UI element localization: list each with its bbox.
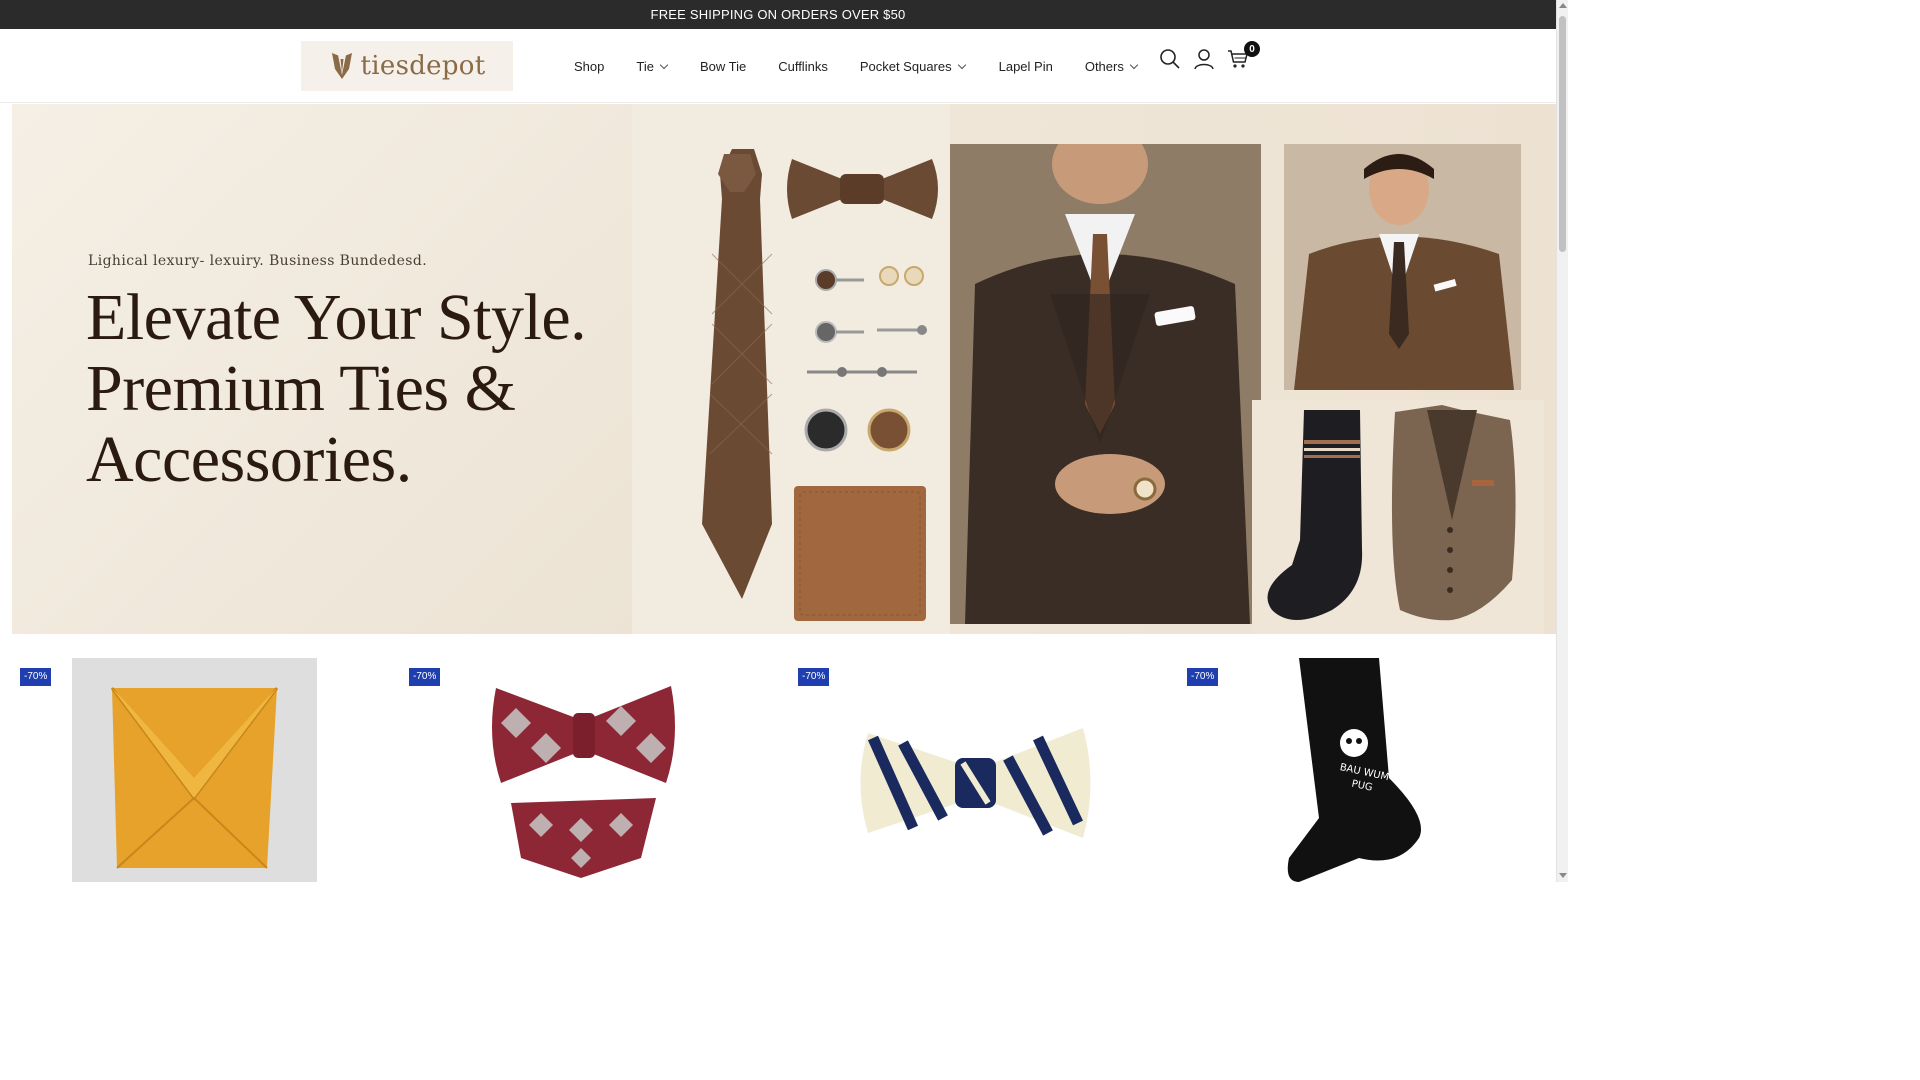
- nav-label: Shop: [574, 58, 605, 74]
- product-card[interactable]: -70%: [790, 658, 1179, 882]
- scroll-down-arrow-icon[interactable]: [1559, 873, 1567, 878]
- account-button[interactable]: [1192, 47, 1216, 71]
- announcement-bar: FREE SHIPPING ON ORDERS OVER $50: [0, 0, 1556, 29]
- model-brown-suit-image: [1284, 144, 1521, 390]
- model-dark-suit-image: [950, 124, 1261, 624]
- nav-item-bow-tie[interactable]: Bow Tie: [700, 59, 746, 74]
- socks-vest-illustration: [1252, 400, 1544, 634]
- hero-banner[interactable]: Lighical lexury- lexuiry. Business Bunde…: [12, 104, 1556, 634]
- socks-and-vest-image: [1252, 400, 1544, 634]
- discount-badge: -70%: [798, 668, 830, 686]
- nav-label: Cufflinks: [778, 58, 828, 74]
- logo-text: tiesdepot: [360, 51, 486, 81]
- nav-item-shop[interactable]: Shop: [574, 59, 604, 74]
- hero-title: Elevate Your Style. Premium Ties & Acces…: [86, 282, 626, 495]
- product-card[interactable]: -70%: [401, 658, 790, 882]
- nav-label: Bow Tie: [699, 58, 747, 74]
- chevron-down-icon: [957, 60, 966, 69]
- discount-badge: -70%: [409, 668, 441, 686]
- nav-label: Tie: [636, 58, 654, 74]
- striped-bowtie-product-image: [860, 728, 1091, 838]
- product-card[interactable]: -70%: [12, 658, 401, 882]
- hero-title-line: Elevate Your Style.: [86, 281, 587, 354]
- nav-label: Lapel Pin: [998, 58, 1053, 74]
- site-header: tiesdepot Shop Tie Bow Tie Cufflinks Poc…: [0, 29, 1556, 103]
- accessories-flatlay-image: [632, 104, 950, 634]
- chevron-down-icon: [1129, 60, 1139, 69]
- header-icons: 0: [1158, 41, 1260, 71]
- flatlay-illustration: [702, 149, 938, 621]
- announcement-text: FREE SHIPPING ON ORDERS OVER $50: [650, 7, 906, 22]
- model-brown-illustration: [1284, 144, 1521, 390]
- site-logo[interactable]: tiesdepot: [301, 41, 513, 91]
- main-nav: Shop Tie Bow Tie Cufflinks Pocket Square…: [574, 29, 1139, 103]
- argyle-bowtie-product-image: [492, 686, 675, 878]
- model-illustration: [950, 124, 1261, 624]
- vertical-scrollbar[interactable]: [1556, 0, 1568, 882]
- nav-item-tie[interactable]: Tie: [636, 58, 669, 74]
- discount-badge: -70%: [20, 668, 52, 686]
- pug-socks-product-image: BAU WUM PUG: [1287, 658, 1421, 882]
- search-icon: [1160, 49, 1180, 69]
- product-card[interactable]: -70% BAU WUM PUG: [1179, 658, 1568, 882]
- discount-badge: -70%: [1187, 668, 1219, 686]
- account-icon: [1194, 49, 1214, 70]
- nav-item-lapel-pin[interactable]: Lapel Pin: [999, 59, 1053, 74]
- product-grid: -70% -70% -70% -70% BAU WUM PUG: [0, 658, 1556, 882]
- nav-item-others[interactable]: Others: [1084, 58, 1139, 74]
- scrollbar-thumb[interactable]: [1559, 16, 1566, 252]
- hero-title-line: Accessories.: [86, 423, 412, 496]
- cart-button[interactable]: 0: [1226, 41, 1260, 71]
- nav-label: Pocket Squares: [859, 58, 952, 74]
- cart-count-badge: 0: [1244, 41, 1260, 57]
- hero-eyebrow: Lighical lexury- lexuiry. Business Bunde…: [88, 253, 428, 269]
- search-button[interactable]: [1158, 47, 1182, 71]
- gold-tie-product-image: [72, 658, 317, 882]
- nav-item-pocket-squares[interactable]: Pocket Squares: [859, 58, 966, 74]
- nav-label: Others: [1084, 58, 1124, 74]
- chevron-down-icon: [659, 60, 669, 69]
- nav-item-cufflinks[interactable]: Cufflinks: [778, 59, 828, 74]
- hero-title-line: Premium Ties &: [86, 352, 516, 425]
- tuxedo-logo-icon: [331, 53, 352, 79]
- scroll-up-arrow-icon[interactable]: [1559, 3, 1567, 8]
